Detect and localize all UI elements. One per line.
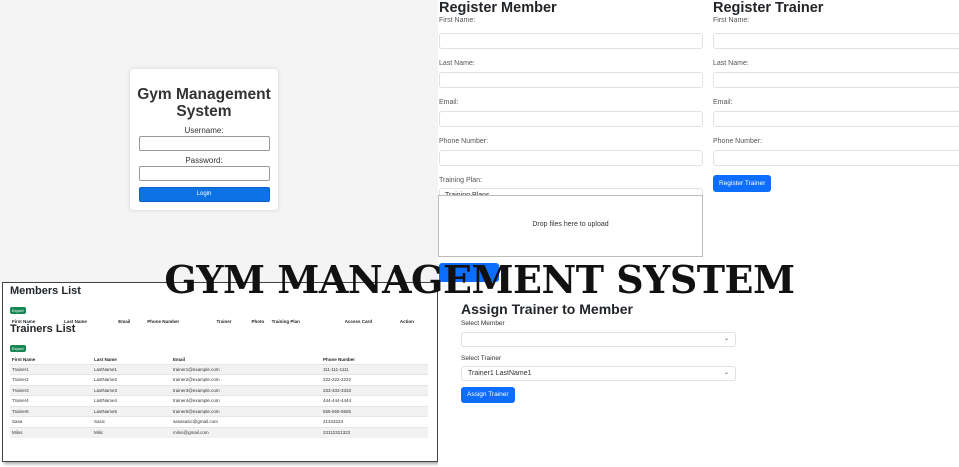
member-first-name-label: First Name:: [439, 17, 476, 24]
chevron-down-icon: ⌄: [723, 336, 729, 342]
register-member-form: Register Member First Name: Last Name: E…: [439, 0, 705, 204]
table-row: Sasa Sasic sasasasic@gmail.com 21343223: [10, 416, 428, 427]
register-member-heading: Register Member: [439, 0, 557, 16]
member-last-name-label: Last Name:: [439, 60, 475, 67]
chevron-down-icon: ⌄: [723, 370, 729, 376]
login-title-line2: System: [176, 103, 232, 120]
username-input[interactable]: [138, 136, 270, 151]
trainers-table: First Name Last Name Email Phone Number Tra…: [10, 355, 428, 438]
table-cell: Trainer5: [10, 405, 92, 417]
member-training-plan-label: Training Plan:: [439, 177, 482, 184]
table-cell: Trainer2: [10, 374, 92, 385]
assign-form: Assign Trainer to Member Select Member ⌄…: [461, 301, 736, 403]
trainers-table-body: Trainer1 LastName1 trainer1@example.com 111…: [10, 363, 428, 438]
select-trainer-value: Trainer1 LastName1: [468, 370, 532, 377]
trainer-email-input[interactable]: [713, 111, 959, 127]
table-row: Trainer4 LastName4 trainer4@example.com 444…: [10, 395, 428, 406]
login-card: Gym Management System Username: Password…: [130, 69, 278, 210]
member-last-name-input[interactable]: [439, 72, 703, 88]
table-cell: Milos: [10, 426, 92, 438]
table-cell: LastName1: [92, 363, 171, 375]
select-member-label: Select Member: [461, 320, 505, 327]
column-header: First Name: [12, 356, 36, 362]
assign-trainer-button[interactable]: Assign Trainer: [461, 387, 515, 403]
trainer-first-name-input[interactable]: [713, 33, 959, 49]
table-cell: milos@gmail.com: [171, 426, 321, 438]
table-cell: trainer2@example.com: [171, 374, 321, 385]
table-cell: LastName3: [92, 384, 171, 396]
trainers-table-header: First Name Last Name Email Phone Number: [10, 355, 428, 364]
table-cell: 23112321322: [321, 426, 428, 438]
table-row: Trainer2 LastName2 trainer2@example.com 222…: [10, 374, 428, 385]
table-cell: trainer3@example.com: [171, 384, 321, 396]
table-cell: Sasa: [10, 416, 92, 427]
table-row: Trainer5 LastName5 trainer5@example.com 555…: [10, 405, 428, 417]
table-cell: 444-444-4444: [321, 395, 428, 406]
member-phone-input[interactable]: [439, 150, 703, 166]
table-cell: 555-555-5555: [321, 405, 428, 417]
table-cell: sasasasic@gmail.com: [171, 416, 321, 427]
table-cell: LastName5: [92, 405, 171, 417]
file-dropzone[interactable]: Drop files here to upload: [438, 195, 703, 257]
members-export-button[interactable]: Export: [10, 307, 26, 314]
trainers-section: Trainers List Export First Name Last Name…: [10, 323, 428, 438]
trainer-first-name-label: First Name:: [713, 17, 750, 24]
table-cell: 111-111-1111: [321, 363, 428, 375]
trainers-list-heading: Trainers List: [10, 323, 76, 335]
table-cell: Sasic: [92, 416, 171, 427]
select-member-dropdown[interactable]: ⌄: [461, 332, 736, 347]
select-trainer-label: Select Trainer: [461, 355, 502, 362]
lists-panel: Members List Export First Name Last Name E…: [2, 282, 438, 462]
trainer-email-label: Email:: [713, 99, 733, 106]
member-phone-label: Phone Number:: [439, 138, 489, 145]
login-panel: Gym Management System Username: Password…: [0, 0, 438, 282]
table-row: Milos Milic milos@gmail.com 23112321322: [10, 426, 428, 438]
select-trainer-dropdown[interactable]: Trainer1 LastName1 ⌄: [461, 366, 736, 381]
table-cell: Trainer4: [10, 395, 92, 406]
register-trainer-form: Register Trainer First Name: Last Name: …: [713, 0, 959, 192]
login-title: Gym Management System: [130, 86, 278, 120]
column-header: Phone Number: [323, 356, 356, 362]
member-first-name-input[interactable]: [439, 33, 703, 49]
assign-heading: Assign Trainer to Member: [461, 301, 633, 317]
table-cell: 333-333-3333: [321, 384, 428, 396]
column-header: Last Name: [94, 356, 117, 362]
login-button[interactable]: Login: [138, 187, 270, 202]
register-trainer-heading: Register Trainer: [713, 0, 824, 16]
table-cell: trainer4@example.com: [171, 395, 321, 406]
table-row: Trainer1 LastName1 trainer1@example.com 111…: [10, 363, 428, 375]
password-label: Password:: [185, 156, 223, 165]
table-cell: LastName2: [92, 374, 171, 385]
login-title-line1: Gym Management: [137, 86, 271, 103]
table-cell: Milic: [92, 426, 171, 438]
page-banner-title: GYM MANAGEMENT SYSTEM: [164, 257, 795, 302]
member-email-label: Email:: [439, 99, 459, 106]
register-panel: Register Member First Name: Last Name: E…: [438, 0, 959, 282]
assign-panel: Assign Trainer to Member Select Member ⌄…: [438, 282, 959, 467]
table-cell: 21343223: [321, 416, 428, 427]
trainers-export-button[interactable]: Export: [10, 345, 26, 352]
table-cell: Trainer3: [10, 384, 92, 396]
trainer-phone-label: Phone Number:: [713, 138, 763, 145]
table-cell: LastName4: [92, 395, 171, 406]
trainer-phone-input[interactable]: [713, 150, 959, 166]
table-cell: Trainer1: [10, 363, 92, 375]
column-header: Email: [173, 356, 186, 362]
table-row: Trainer3 LastName3 trainer3@example.com 333…: [10, 384, 428, 396]
register-trainer-button[interactable]: Register Trainer: [713, 175, 772, 192]
username-label: Username:: [184, 126, 224, 135]
member-email-input[interactable]: [439, 111, 703, 127]
trainer-last-name-label: Last Name:: [713, 60, 749, 67]
password-input[interactable]: [138, 166, 270, 181]
table-cell: 222-222-2222: [321, 374, 428, 385]
table-cell: trainer5@example.com: [171, 405, 321, 417]
trainer-last-name-input[interactable]: [713, 72, 959, 88]
table-cell: trainer1@example.com: [171, 363, 321, 375]
